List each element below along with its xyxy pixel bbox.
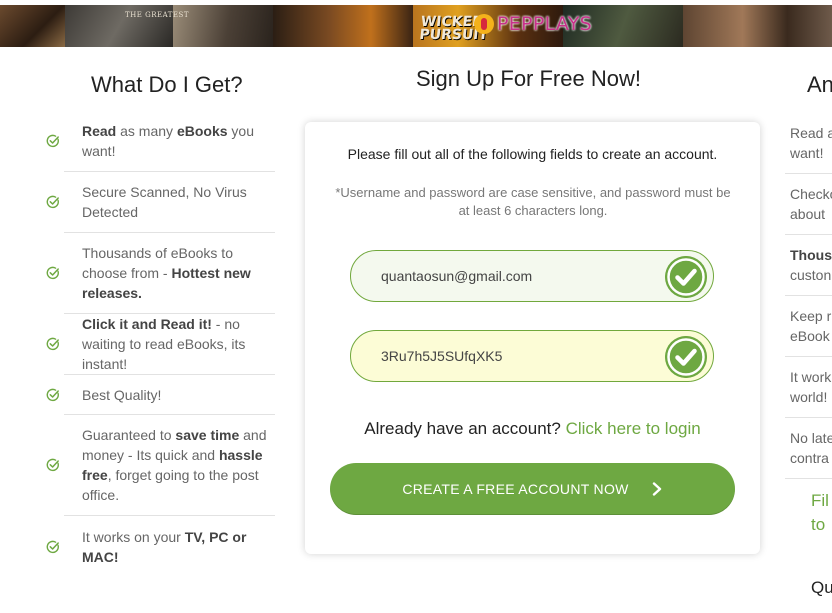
feature-text-emphasis: eBooks <box>176 123 228 139</box>
feature-text-part: Guaranteed to <box>82 427 176 443</box>
right-feature-text: Read a <box>790 125 832 141</box>
feature-text: Read as many eBooks you want! <box>82 121 275 161</box>
check-circle-icon <box>46 458 59 472</box>
check-circle-icon <box>46 266 59 280</box>
right-feature-item: Read a want! <box>785 113 832 174</box>
pepper-logo-icon <box>474 14 494 34</box>
feature-item: Best Quality! <box>46 375 275 415</box>
right-feature-item: Checko about <box>785 174 832 235</box>
feature-text-part: , forget going to the post office. <box>82 467 259 503</box>
password-input[interactable] <box>381 348 651 364</box>
login-prompt: Already have an account? <box>364 419 561 438</box>
checkmark-badge-icon <box>665 256 707 298</box>
feature-item: Thousands of eBooks to choose from - Hot… <box>46 233 275 314</box>
login-link[interactable]: Click here to login <box>566 419 701 438</box>
check-circle-icon <box>46 388 59 401</box>
email-field[interactable] <box>350 250 714 302</box>
right-feature-text: eBook <box>790 328 830 344</box>
right-feature-item: No late contra <box>785 418 832 479</box>
feature-text-part: Best Quality! <box>82 386 162 403</box>
feature-text-part: Secure Scanned, No Virus Detected <box>82 184 247 220</box>
feature-text-part: It works on your <box>82 528 185 545</box>
right-column-title: An <box>807 72 832 97</box>
features-title: What Do I Get? <box>91 72 243 97</box>
right-feature-text: custon <box>790 267 832 283</box>
chevron-right-icon <box>652 482 661 496</box>
right-feature-text: Keep r <box>790 308 832 324</box>
feature-text-part: as many <box>116 123 177 139</box>
create-account-label: CREATE A FREE ACCOUNT NOW <box>402 481 629 497</box>
form-note: *Username and password are case sensitiv… <box>335 185 731 218</box>
banner-poster-1 <box>0 5 65 47</box>
right-cta-line: to <box>811 515 826 534</box>
right-feature-item: Keep r eBook <box>785 296 832 357</box>
check-circle-icon <box>46 195 59 209</box>
brand-name: PEPPLAYS <box>497 13 592 35</box>
login-prompt-line: Already have an account? Click here to l… <box>305 419 760 439</box>
right-cta-line: Fil <box>811 491 829 510</box>
form-instructions: Please fill out all of the following fie… <box>347 146 718 162</box>
checkmark-badge-icon <box>665 336 707 378</box>
right-feature-text: about <box>790 206 826 222</box>
right-feature-item: Thous custon <box>785 235 832 296</box>
feature-text: It works on your TV, PC or MAC! <box>82 527 275 567</box>
feature-text: Thousands of eBooks to choose from - Hot… <box>82 243 275 303</box>
feature-text: Secure Scanned, No Virus Detected <box>82 182 275 222</box>
feature-item: Secure Scanned, No Virus Detected <box>46 172 275 233</box>
right-feature-text: want! <box>790 145 824 161</box>
feature-item: Read as many eBooks you want! <box>46 111 275 172</box>
check-circle-icon <box>46 134 59 148</box>
create-account-button[interactable]: CREATE A FREE ACCOUNT NOW <box>330 463 735 515</box>
feature-text: Best Quality! <box>82 385 161 405</box>
feature-text-emphasis: Read <box>82 123 117 139</box>
right-feature-item: It work world! <box>785 357 832 418</box>
right-cta: Fil to <box>811 489 829 537</box>
poster-title: THE GREATEST <box>125 11 189 19</box>
right-column: An Read a want! Checko about Thous custon Keep… <box>785 0 832 613</box>
signup-title: Sign Up For Free Now! <box>416 66 641 91</box>
right-bottom-heading: Qu <box>811 578 832 597</box>
right-feature-text: Thous <box>790 247 832 263</box>
right-feature-text: It work <box>790 369 832 385</box>
features-list: Read as many eBooks you want! Secure Scan… <box>46 111 275 577</box>
feature-item: Guaranteed to save time and money - Its … <box>46 415 275 516</box>
right-feature-text: No late <box>790 430 832 446</box>
check-circle-icon <box>46 337 59 351</box>
hero-banner: THE GREATEST WICKED PURSUIT PEPPLAYS <box>0 0 832 47</box>
feature-item: Click it and Read it! - no waiting to re… <box>46 314 275 375</box>
password-field[interactable] <box>350 330 714 382</box>
feature-text-emphasis: Click it and Read it! <box>82 316 212 332</box>
feature-text-emphasis: save time <box>175 427 240 443</box>
check-circle-icon <box>46 540 59 553</box>
email-input[interactable] <box>381 268 651 284</box>
feature-text: Click it and Read it! - no waiting to re… <box>82 314 275 374</box>
right-feature-text: world! <box>790 389 828 405</box>
feature-text: Guaranteed to save time and money - Its … <box>82 425 275 505</box>
feature-item: It works on your TV, PC or MAC! <box>46 516 275 577</box>
right-feature-text: Checko <box>790 186 832 202</box>
banner-poster-4 <box>273 5 413 47</box>
brand-logo[interactable]: PEPPLAYS <box>474 13 592 35</box>
signup-form-card: Please fill out all of the following fie… <box>305 122 760 554</box>
right-feature-text: contra <box>790 450 829 466</box>
